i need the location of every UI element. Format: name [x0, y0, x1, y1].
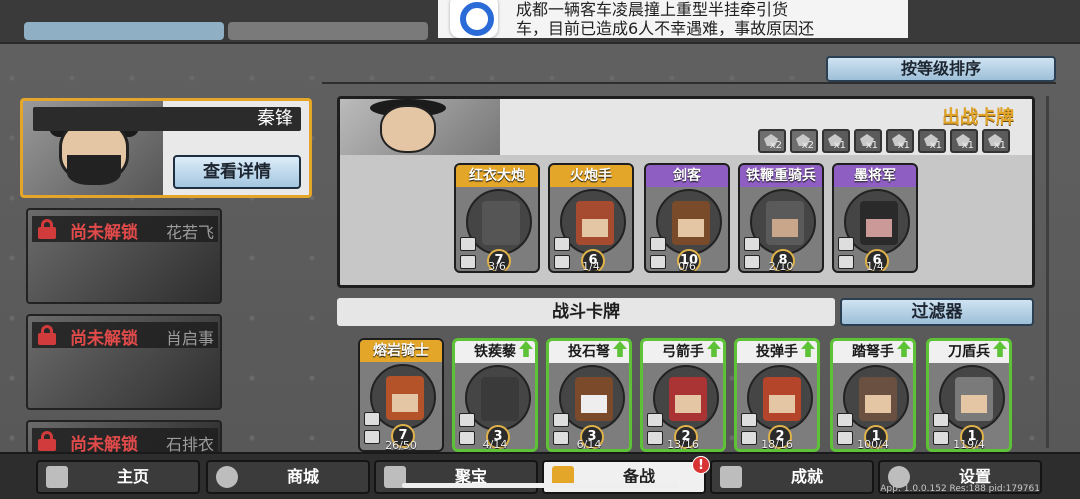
battle-card[interactable]: 投弹手 2 18/16: [734, 338, 820, 452]
hero-name: 花若飞: [165, 223, 214, 242]
scrollbar[interactable]: [1046, 96, 1049, 448]
card-count: 100/4: [857, 438, 889, 451]
deploy-title: 出战卡牌: [942, 107, 1014, 128]
unit-type-icon: [837, 413, 853, 427]
card-count: 6/14: [576, 438, 602, 451]
unit-type-icon: [650, 237, 666, 251]
top-tab-2[interactable]: [228, 22, 428, 40]
top-tab-1[interactable]: [24, 22, 224, 40]
card-count: 1/4: [582, 260, 600, 273]
card-name: 踏弩手: [833, 341, 913, 363]
app-icon: [450, 0, 498, 38]
unit-type-icon: [553, 413, 569, 427]
deploy-card[interactable]: 剑客 10 0/6: [644, 163, 730, 273]
card-name: 墨将军: [834, 165, 916, 187]
view-details-button[interactable]: 查看详情: [173, 155, 301, 189]
locked-label: 尚未解锁: [70, 223, 138, 243]
card-name: 铁蒺藜: [455, 341, 535, 363]
card-name: 铁鞭重骑兵: [740, 165, 822, 187]
deploy-card[interactable]: 墨将军 6 1/4: [832, 163, 918, 273]
unit-type-icon: [459, 413, 475, 427]
nav-achievements[interactable]: 成就: [710, 460, 874, 494]
unit-type-slots: x2 x2 x1 x1 x1 x1 x1 x1: [758, 129, 1010, 153]
battle-card[interactable]: 投石弩 3 6/14: [546, 338, 632, 452]
card-name: 火炮手: [550, 165, 632, 187]
slot-icon: x1: [854, 129, 882, 153]
slot-icon: x1: [822, 129, 850, 153]
hero-card-locked[interactable]: 尚未解锁 花若飞: [26, 208, 222, 304]
card-count: 2/10: [768, 260, 794, 273]
hero-card-locked[interactable]: 尚未解锁 石排衣: [26, 420, 222, 454]
battle-card[interactable]: 铁蒺藜 3 4/14: [452, 338, 538, 452]
unit-type-icon: [364, 412, 380, 426]
slot-icon: x1: [982, 129, 1010, 153]
card-count: 4/14: [482, 438, 508, 451]
unit-type-icon: [647, 413, 663, 427]
battle-cards-header: 战斗卡牌: [337, 298, 835, 326]
card-name: 投弹手: [737, 341, 817, 363]
card-count: 13/16: [667, 438, 699, 451]
hero-card-selected[interactable]: 秦锋 查看详情: [20, 98, 312, 198]
card-name: 红衣大炮: [456, 165, 538, 187]
home-indicator[interactable]: [402, 483, 678, 488]
unit-type-icon: [554, 237, 570, 251]
unit-type-icon: [933, 413, 949, 427]
general-portrait: [340, 99, 500, 155]
notification-line-1: 成都一辆客车凌晨撞上重型半挂牵引货: [516, 0, 789, 19]
nav-home[interactable]: 主页: [36, 460, 200, 494]
battle-card[interactable]: 刀盾兵 1 119/4: [926, 338, 1012, 452]
deploy-panel: 出战卡牌 x2 x2 x1 x1 x1 x1 x1 x1 红衣大炮 7 3/6 …: [337, 96, 1035, 288]
deploy-card[interactable]: 红衣大炮 7 3/6: [454, 163, 540, 273]
unit-type-icon: [741, 413, 757, 427]
card-count: 26/50: [385, 439, 417, 452]
unit-type-icon: [744, 237, 760, 251]
card-name: 刀盾兵: [929, 341, 1009, 363]
card-name: 投石弩: [549, 341, 629, 363]
lock-icon: [38, 219, 56, 239]
hero-name: 秦锋: [33, 107, 301, 131]
system-notification[interactable]: 成都一辆客车凌晨撞上重型半挂牵引货 车，目前已造成6人不幸遇难，事故原因还: [438, 0, 908, 38]
card-name: 弓箭手: [643, 341, 723, 363]
unit-type-icon: [838, 237, 854, 251]
locked-label: 尚未解锁: [70, 329, 138, 349]
card-count: 119/4: [953, 438, 985, 451]
filter-button[interactable]: 过滤器: [840, 298, 1034, 326]
nav-shop[interactable]: 商城: [206, 460, 370, 494]
lock-icon: [38, 325, 56, 345]
deploy-card[interactable]: 火炮手 6 1/4: [548, 163, 634, 273]
card-count: 0/6: [678, 260, 696, 273]
slot-icon: x2: [790, 129, 818, 153]
divider: [322, 82, 1056, 84]
nav-treasure[interactable]: 聚宝: [374, 460, 538, 494]
card-count: 3/6: [488, 260, 506, 273]
slot-icon: x1: [886, 129, 914, 153]
card-name: 熔岩骑士: [360, 340, 442, 362]
card-count: 18/16: [761, 438, 793, 451]
version-label: App: 1.0.0.152 Res:188 pid:179761: [880, 484, 1040, 494]
hero-card-locked[interactable]: 尚未解锁 肖启事: [26, 314, 222, 410]
deploy-card[interactable]: 铁鞭重骑兵 8 2/10: [738, 163, 824, 273]
locked-label: 尚未解锁: [70, 435, 138, 454]
lock-icon: [38, 431, 56, 451]
nav-battle-prep[interactable]: 备战 !: [542, 456, 710, 494]
slot-icon: x2: [758, 129, 786, 153]
battle-card[interactable]: 弓箭手 2 13/16: [640, 338, 726, 452]
hero-name: 肖启事: [165, 329, 214, 348]
battle-card[interactable]: 踏弩手 1 100/4: [830, 338, 916, 452]
slot-icon: x1: [918, 129, 946, 153]
hero-name: 石排衣: [165, 435, 214, 454]
card-count: 1/4: [866, 260, 884, 273]
notification-line-2: 车，目前已造成6人不幸遇难，事故原因还: [516, 19, 815, 38]
unit-type-icon: [460, 237, 476, 251]
slot-icon: x1: [950, 129, 978, 153]
card-name: 剑客: [646, 165, 728, 187]
sort-by-level-button[interactable]: 按等级排序: [826, 56, 1056, 82]
alert-badge: !: [692, 456, 710, 474]
battle-card[interactable]: 熔岩骑士 7 26/50: [358, 338, 444, 452]
